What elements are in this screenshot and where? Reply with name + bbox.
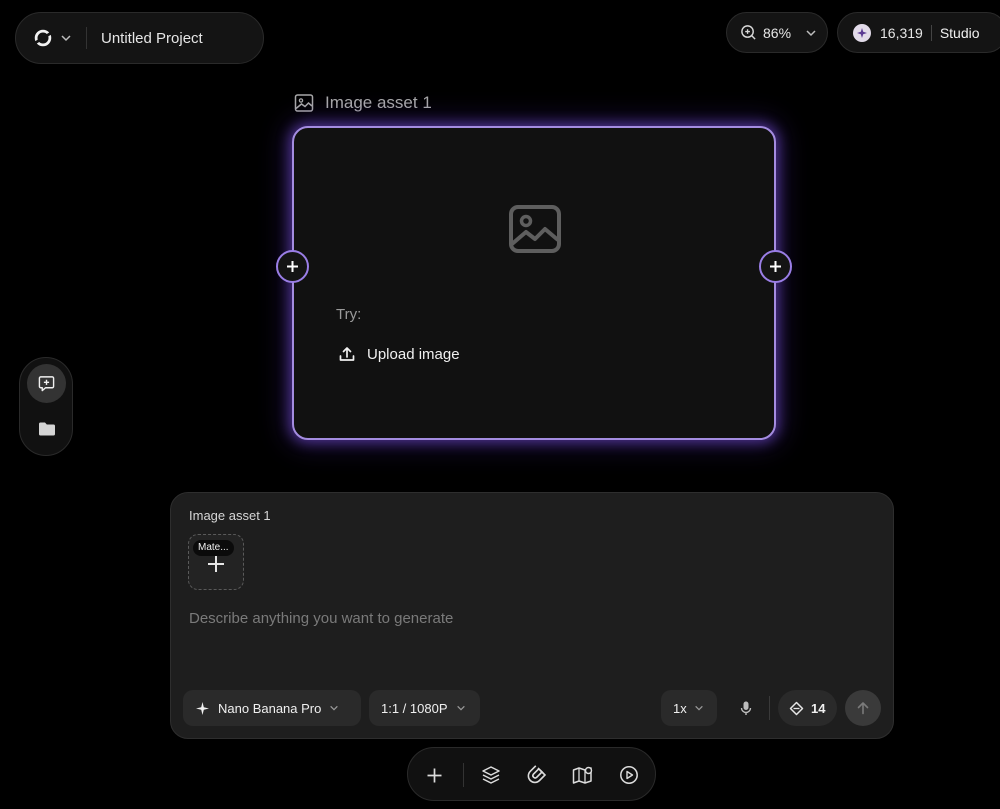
generation-cost: 14: [778, 690, 837, 726]
assets-folder-button[interactable]: [27, 409, 66, 448]
send-button[interactable]: [845, 690, 881, 726]
add-node-button[interactable]: [420, 761, 448, 789]
chevron-down-icon: [694, 705, 703, 711]
credits-studio-pill[interactable]: 16,319 Studio: [837, 12, 1000, 53]
microphone-button[interactable]: [731, 693, 761, 723]
credits-count: 16,319: [880, 24, 923, 41]
plus-icon: [427, 768, 441, 782]
sparkle-icon: [196, 701, 209, 715]
chevron-down-icon: [456, 705, 465, 711]
cost-value: 14: [811, 700, 826, 716]
credit-diamond-icon: [789, 701, 804, 715]
model-select[interactable]: Nano Banana Pro: [183, 690, 361, 726]
output-count-select[interactable]: 1x: [661, 690, 717, 726]
map-button[interactable]: [569, 761, 597, 789]
image-icon: [294, 94, 314, 112]
zoom-in-icon: [741, 25, 756, 40]
panel-title: Image asset 1: [189, 508, 271, 523]
plus-icon: [208, 556, 224, 572]
material-badge: Mate...: [193, 540, 234, 556]
divider: [86, 27, 87, 49]
plus-icon: [770, 261, 781, 272]
image-placeholder-icon: [509, 205, 561, 253]
model-label: Nano Banana Pro: [218, 700, 322, 716]
credits-icon: [853, 23, 871, 42]
chevron-down-icon: [330, 705, 339, 711]
zoom-level: 86%: [763, 24, 792, 41]
prompt-input[interactable]: [189, 605, 869, 631]
project-menu[interactable]: Untitled Project: [15, 12, 264, 64]
upload-image-label: Upload image: [367, 345, 460, 363]
microphone-icon: [740, 701, 752, 715]
plus-icon: [287, 261, 298, 272]
bottom-toolbar: [407, 747, 656, 801]
aspect-ratio-select[interactable]: 1:1 / 1080P: [369, 690, 480, 726]
add-comment-icon: [38, 376, 55, 392]
app-logo-icon[interactable]: [32, 27, 54, 49]
arrow-up-icon: [857, 702, 869, 715]
layers-icon: [482, 766, 500, 784]
add-node-right-button[interactable]: [759, 250, 792, 283]
divider: [769, 696, 770, 720]
count-label: 1x: [673, 700, 687, 716]
chevron-down-icon: [806, 29, 816, 36]
prompt-panel: Image asset 1 Mate... Nano Banana Pro 1:…: [170, 492, 894, 739]
divider: [463, 763, 464, 787]
magnet-button[interactable]: [523, 761, 551, 789]
upload-icon: [339, 347, 355, 361]
upload-image-button[interactable]: Upload image: [338, 345, 460, 363]
folder-icon: [38, 422, 55, 435]
add-comment-button[interactable]: [27, 364, 66, 403]
add-material-button[interactable]: Mate...: [188, 534, 244, 590]
play-button[interactable]: [615, 761, 643, 789]
asset-title[interactable]: Image asset 1: [325, 93, 432, 113]
add-node-left-button[interactable]: [276, 250, 309, 283]
try-label: Try:: [336, 306, 362, 323]
divider: [930, 24, 932, 41]
magnet-icon: [527, 764, 546, 783]
studio-button[interactable]: Studio: [940, 25, 980, 41]
image-asset-card[interactable]: Try: Upload image: [292, 126, 776, 440]
play-icon: [620, 766, 638, 784]
map-icon: [572, 766, 593, 784]
left-toolbar: [19, 357, 73, 456]
zoom-control[interactable]: 86%: [726, 12, 828, 53]
layers-button[interactable]: [477, 761, 505, 789]
asset-header: Image asset 1: [294, 93, 432, 113]
project-title[interactable]: Untitled Project: [101, 30, 203, 47]
chevron-down-icon[interactable]: [60, 32, 72, 44]
ratio-label: 1:1 / 1080P: [381, 700, 448, 716]
